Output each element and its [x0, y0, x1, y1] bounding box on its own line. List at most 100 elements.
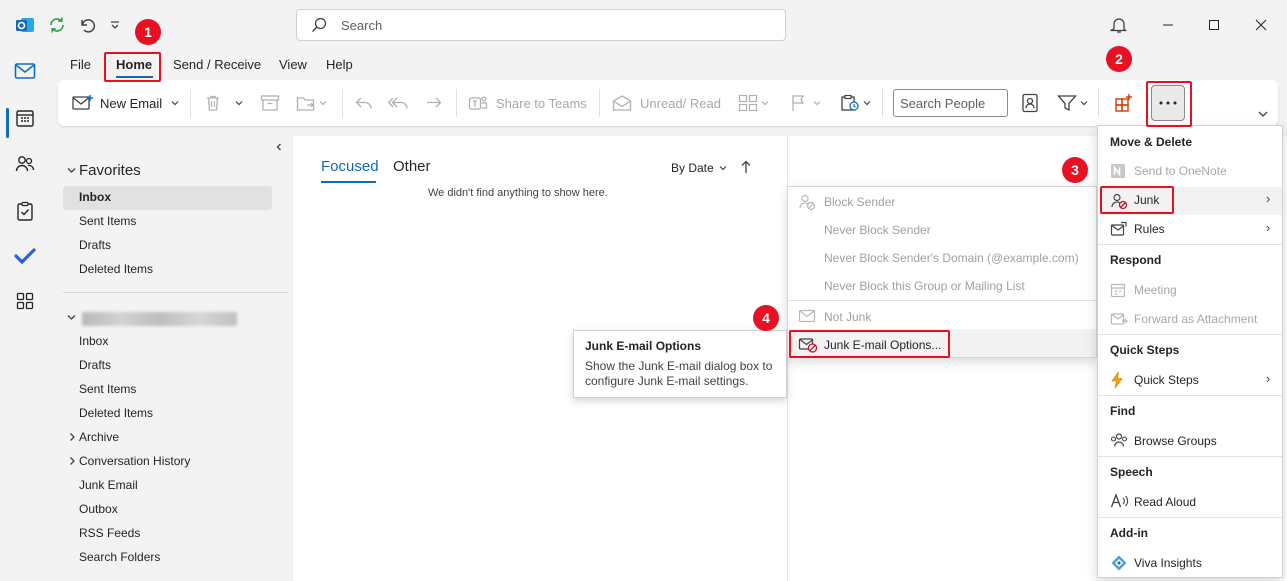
viva-insights-icon	[1110, 554, 1128, 572]
filter-icon	[1057, 95, 1077, 112]
meeting-item[interactable]: Meeting	[1134, 283, 1177, 297]
get-add-ins-button[interactable]	[1114, 80, 1134, 126]
ribbon-divider	[882, 89, 883, 117]
chevron-right-icon[interactable]	[68, 432, 77, 442]
never-block-domain-item[interactable]: Never Block Sender's Domain (@example.co…	[824, 251, 1079, 265]
categorize-button[interactable]	[738, 80, 770, 126]
tab-focused[interactable]: Focused	[321, 158, 379, 175]
chevron-right-icon[interactable]	[68, 456, 77, 466]
reply-all-icon	[388, 97, 408, 109]
tab-help[interactable]: Help	[326, 57, 353, 72]
search-input[interactable]: Search	[296, 9, 786, 41]
mail-icon[interactable]	[12, 58, 38, 84]
people-icon[interactable]	[12, 151, 38, 177]
submenu-divider	[788, 300, 1096, 301]
folder-inbox[interactable]: Inbox	[79, 334, 108, 348]
undo-icon[interactable]	[76, 14, 98, 36]
tab-view[interactable]: View	[279, 57, 307, 72]
favorite-drafts[interactable]: Drafts	[79, 238, 111, 252]
search-icon	[312, 17, 327, 32]
folder-drafts[interactable]: Drafts	[79, 358, 111, 372]
folder-archive[interactable]: Archive	[79, 430, 119, 444]
not-junk-item[interactable]: Not Junk	[824, 310, 871, 324]
browse-groups-item[interactable]: Browse Groups	[1134, 434, 1217, 448]
delete-button[interactable]	[204, 80, 244, 126]
chevron-right-icon: ›	[1266, 371, 1271, 386]
forward-icon	[427, 97, 442, 108]
tab-send-receive[interactable]: Send / Receive	[173, 57, 261, 72]
sort-by-button[interactable]: By Date	[671, 161, 728, 175]
reply-all-button[interactable]	[388, 80, 410, 126]
ribbon-divider	[190, 89, 191, 117]
chevron-down-icon	[319, 101, 327, 106]
ribbon-collapse-button[interactable]	[1257, 80, 1269, 126]
never-block-sender-item[interactable]: Never Block Sender	[824, 223, 931, 237]
menu-divider	[1098, 517, 1282, 518]
open-envelope-icon	[612, 95, 632, 111]
flag-icon	[792, 95, 805, 111]
step-badge-1: 1	[135, 19, 161, 45]
read-aloud-item[interactable]: Read Aloud	[1134, 495, 1196, 509]
block-sender-item[interactable]: Block Sender	[824, 195, 895, 209]
viva-insights-item[interactable]: Viva Insights	[1134, 556, 1202, 570]
customize-toolbar-icon[interactable]	[104, 14, 126, 36]
account-name-redacted[interactable]	[82, 312, 237, 326]
add-ins-icon	[1115, 94, 1132, 112]
folder-search-folders[interactable]: Search Folders	[79, 550, 160, 564]
section-add-in: Add-in	[1110, 526, 1148, 540]
share-to-teams-button[interactable]: Share to Teams	[468, 80, 587, 126]
move-button[interactable]	[296, 80, 328, 126]
minimize-icon[interactable]	[1157, 14, 1179, 36]
favorite-inbox[interactable]: Inbox	[79, 190, 111, 204]
calendar-icon[interactable]	[12, 105, 38, 131]
favorites-header[interactable]: Favorites	[79, 162, 141, 179]
address-book-icon	[1022, 93, 1038, 113]
focused-underline	[321, 181, 376, 183]
send-to-onenote-item[interactable]: Send to OneNote	[1134, 164, 1227, 178]
folder-junk-email[interactable]: Junk Email	[79, 478, 138, 492]
new-email-button[interactable]: New Email	[72, 80, 180, 126]
notifications-bell-icon[interactable]	[1108, 14, 1130, 36]
tab-other[interactable]: Other	[393, 158, 431, 175]
unread-read-button[interactable]: Unread/ Read	[612, 80, 721, 126]
search-people-input[interactable]: Search People	[893, 89, 1008, 117]
flag-button[interactable]	[790, 80, 822, 126]
todo-check-icon[interactable]	[12, 243, 38, 269]
onenote-icon	[1110, 163, 1126, 179]
forward-as-attachment-item[interactable]: Forward as Attachment	[1134, 312, 1257, 326]
chevron-down-icon[interactable]	[66, 312, 77, 323]
close-icon[interactable]	[1250, 14, 1272, 36]
rules-item[interactable]: Rules	[1134, 222, 1165, 236]
tasks-icon[interactable]	[12, 198, 38, 224]
tab-file[interactable]: File	[70, 57, 91, 72]
menu-divider	[1098, 395, 1282, 396]
assign-policy-button[interactable]	[840, 80, 872, 126]
reply-button[interactable]	[354, 80, 374, 126]
chevron-down-icon	[719, 166, 727, 171]
search-people-placeholder: Search People	[900, 95, 986, 111]
collapse-pane-icon[interactable]	[274, 142, 284, 152]
maximize-icon[interactable]	[1203, 14, 1225, 36]
quick-steps-item[interactable]: Quick Steps	[1134, 373, 1199, 387]
section-move-delete: Move & Delete	[1110, 135, 1193, 149]
never-block-group-item[interactable]: Never Block this Group or Mailing List	[824, 279, 1025, 293]
favorite-sent-items[interactable]: Sent Items	[79, 214, 136, 228]
archive-button[interactable]	[260, 80, 280, 126]
chevron-down-icon[interactable]	[66, 165, 77, 176]
address-book-button[interactable]	[1021, 80, 1039, 126]
forward-button[interactable]	[424, 80, 444, 126]
more-apps-icon[interactable]	[12, 288, 38, 314]
section-quick-steps: Quick Steps	[1110, 343, 1180, 357]
folder-deleted-items[interactable]: Deleted Items	[79, 406, 153, 420]
menu-divider	[1098, 244, 1282, 245]
folder-rss-feeds[interactable]: RSS Feeds	[79, 526, 140, 540]
favorite-deleted-items[interactable]: Deleted Items	[79, 262, 153, 276]
filter-email-button[interactable]	[1057, 80, 1089, 126]
folder-conversation-history[interactable]: Conversation History	[79, 454, 190, 468]
sync-icon[interactable]	[46, 14, 68, 36]
folder-sent-items[interactable]: Sent Items	[79, 382, 136, 396]
sort-direction-arrow-icon[interactable]	[740, 160, 752, 174]
folder-outbox[interactable]: Outbox	[79, 502, 118, 516]
chevron-down-icon	[863, 101, 871, 106]
folder-divider	[63, 292, 288, 293]
